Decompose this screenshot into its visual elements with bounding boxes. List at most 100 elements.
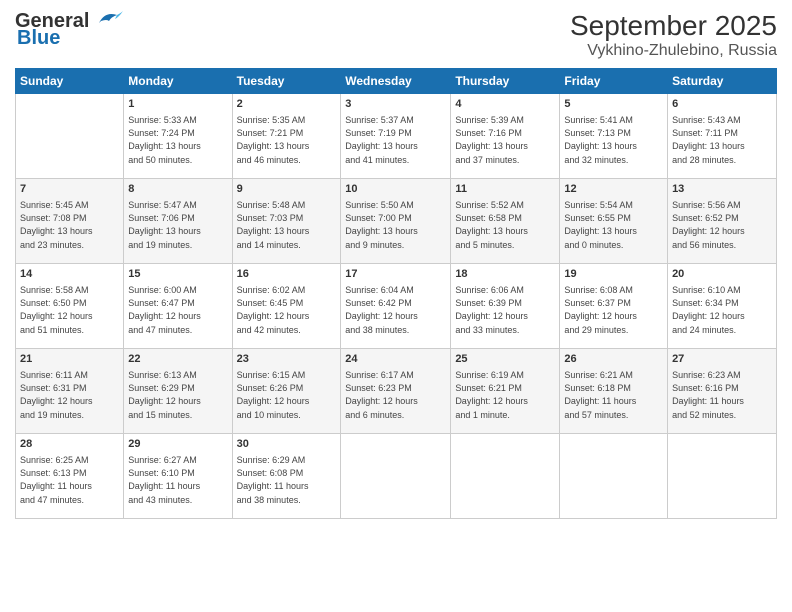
calendar-cell: 3 Sunrise: 5:37 AMSunset: 7:19 PMDaylight… xyxy=(341,94,451,179)
calendar-cell xyxy=(341,434,451,519)
calendar-cell: 7 Sunrise: 5:45 AMSunset: 7:08 PMDaylight… xyxy=(16,179,124,264)
calendar-cell: 5 Sunrise: 5:41 AMSunset: 7:13 PMDaylight… xyxy=(560,94,668,179)
calendar-cell: 9 Sunrise: 5:48 AMSunset: 7:03 PMDaylight… xyxy=(232,179,341,264)
day-info: Sunrise: 6:11 AMSunset: 6:31 PMDaylight:… xyxy=(20,369,119,421)
day-info: Sunrise: 6:29 AMSunset: 6:08 PMDaylight:… xyxy=(237,454,337,506)
day-info: Sunrise: 6:17 AMSunset: 6:23 PMDaylight:… xyxy=(345,369,446,421)
logo: General Blue xyxy=(15,10,123,50)
day-info: Sunrise: 6:02 AMSunset: 6:45 PMDaylight:… xyxy=(237,284,337,336)
col-thursday: Thursday xyxy=(451,69,560,94)
calendar-cell: 21 Sunrise: 6:11 AMSunset: 6:31 PMDayligh… xyxy=(16,349,124,434)
day-info: Sunrise: 6:13 AMSunset: 6:29 PMDaylight:… xyxy=(128,369,227,421)
col-sunday: Sunday xyxy=(16,69,124,94)
col-friday: Friday xyxy=(560,69,668,94)
day-info: Sunrise: 6:04 AMSunset: 6:42 PMDaylight:… xyxy=(345,284,446,336)
day-number: 10 xyxy=(345,182,446,197)
calendar-cell xyxy=(451,434,560,519)
calendar-subtitle: Vykhino-Zhulebino, Russia xyxy=(570,42,777,60)
calendar-cell: 10 Sunrise: 5:50 AMSunset: 7:00 PMDayligh… xyxy=(341,179,451,264)
calendar-cell: 2 Sunrise: 5:35 AMSunset: 7:21 PMDaylight… xyxy=(232,94,341,179)
day-info: Sunrise: 5:45 AMSunset: 7:08 PMDaylight:… xyxy=(20,199,119,251)
day-info: Sunrise: 5:56 AMSunset: 6:52 PMDaylight:… xyxy=(672,199,772,251)
calendar-table: Sunday Monday Tuesday Wednesday Thursday… xyxy=(15,68,777,519)
calendar-cell: 27Sunrise: 6:23 AMSunset: 6:16 PMDayligh… xyxy=(668,349,777,434)
day-info: Sunrise: 5:50 AMSunset: 7:00 PMDaylight:… xyxy=(345,199,446,251)
day-info: Sunrise: 5:37 AMSunset: 7:19 PMDaylight:… xyxy=(345,114,446,166)
calendar-cell xyxy=(668,434,777,519)
calendar-cell: 14Sunrise: 5:58 AMSunset: 6:50 PMDayligh… xyxy=(16,264,124,349)
day-number: 13 xyxy=(672,182,772,197)
day-number: 4 xyxy=(455,97,555,112)
week-row-1: 7 Sunrise: 5:45 AMSunset: 7:08 PMDaylight… xyxy=(16,179,777,264)
day-number: 24 xyxy=(345,352,446,367)
day-number: 7 xyxy=(20,182,119,197)
day-number: 21 xyxy=(20,352,119,367)
day-number: 8 xyxy=(128,182,227,197)
calendar-cell: 18 Sunrise: 6:06 AMSunset: 6:39 PMDayligh… xyxy=(451,264,560,349)
day-info: Sunrise: 5:54 AMSunset: 6:55 PMDaylight:… xyxy=(564,199,663,251)
day-number: 12 xyxy=(564,182,663,197)
day-info: Sunrise: 5:47 AMSunset: 7:06 PMDaylight:… xyxy=(128,199,227,251)
calendar-cell: 23 Sunrise: 6:15 AMSunset: 6:26 PMDayligh… xyxy=(232,349,341,434)
day-number: 29 xyxy=(128,437,227,452)
calendar-cell xyxy=(16,94,124,179)
day-number: 5 xyxy=(564,97,663,112)
day-info: Sunrise: 5:35 AMSunset: 7:21 PMDaylight:… xyxy=(237,114,337,166)
day-info: Sunrise: 5:41 AMSunset: 7:13 PMDaylight:… xyxy=(564,114,663,166)
header-row: Sunday Monday Tuesday Wednesday Thursday… xyxy=(16,69,777,94)
calendar-cell: 12 Sunrise: 5:54 AMSunset: 6:55 PMDayligh… xyxy=(560,179,668,264)
day-number: 30 xyxy=(237,437,337,452)
col-wednesday: Wednesday xyxy=(341,69,451,94)
day-info: Sunrise: 5:48 AMSunset: 7:03 PMDaylight:… xyxy=(237,199,337,251)
day-info: Sunrise: 5:39 AMSunset: 7:16 PMDaylight:… xyxy=(455,114,555,166)
page: General Blue September 2025 Vykhino-Zhul… xyxy=(0,0,792,612)
day-number: 11 xyxy=(455,182,555,197)
day-number: 6 xyxy=(672,97,772,112)
day-number: 2 xyxy=(237,97,337,112)
day-info: Sunrise: 5:52 AMSunset: 6:58 PMDaylight:… xyxy=(455,199,555,251)
day-info: Sunrise: 6:23 AMSunset: 6:16 PMDaylight:… xyxy=(672,369,772,421)
day-number: 28 xyxy=(20,437,119,452)
day-number: 9 xyxy=(237,182,337,197)
calendar-cell: 24 Sunrise: 6:17 AMSunset: 6:23 PMDayligh… xyxy=(341,349,451,434)
day-number: 16 xyxy=(237,267,337,282)
calendar-cell: 25 Sunrise: 6:19 AMSunset: 6:21 PMDayligh… xyxy=(451,349,560,434)
calendar-cell: 22 Sunrise: 6:13 AMSunset: 6:29 PMDayligh… xyxy=(124,349,232,434)
day-number: 15 xyxy=(128,267,227,282)
day-number: 25 xyxy=(455,352,555,367)
calendar-cell: 8 Sunrise: 5:47 AMSunset: 7:06 PMDaylight… xyxy=(124,179,232,264)
calendar-cell: 17Sunrise: 6:04 AMSunset: 6:42 PMDayligh… xyxy=(341,264,451,349)
day-number: 23 xyxy=(237,352,337,367)
logo-blue: Blue xyxy=(17,27,60,50)
day-number: 3 xyxy=(345,97,446,112)
col-tuesday: Tuesday xyxy=(232,69,341,94)
calendar-cell: 30 Sunrise: 6:29 AMSunset: 6:08 PMDayligh… xyxy=(232,434,341,519)
day-number: 18 xyxy=(455,267,555,282)
day-info: Sunrise: 5:58 AMSunset: 6:50 PMDaylight:… xyxy=(20,284,119,336)
header: General Blue September 2025 Vykhino-Zhul… xyxy=(15,10,777,60)
day-number: 22 xyxy=(128,352,227,367)
calendar-cell: 1 Sunrise: 5:33 AMSunset: 7:24 PMDaylight… xyxy=(124,94,232,179)
calendar-cell: 4 Sunrise: 5:39 AMSunset: 7:16 PMDaylight… xyxy=(451,94,560,179)
day-info: Sunrise: 5:33 AMSunset: 7:24 PMDaylight:… xyxy=(128,114,227,166)
day-info: Sunrise: 6:08 AMSunset: 6:37 PMDaylight:… xyxy=(564,284,663,336)
day-info: Sunrise: 6:15 AMSunset: 6:26 PMDaylight:… xyxy=(237,369,337,421)
calendar-cell: 29 Sunrise: 6:27 AMSunset: 6:10 PMDayligh… xyxy=(124,434,232,519)
week-row-2: 14Sunrise: 5:58 AMSunset: 6:50 PMDayligh… xyxy=(16,264,777,349)
logo-bird-icon xyxy=(91,9,123,31)
week-row-4: 28Sunrise: 6:25 AMSunset: 6:13 PMDayligh… xyxy=(16,434,777,519)
day-number: 19 xyxy=(564,267,663,282)
day-info: Sunrise: 6:19 AMSunset: 6:21 PMDaylight:… xyxy=(455,369,555,421)
calendar-cell: 28Sunrise: 6:25 AMSunset: 6:13 PMDayligh… xyxy=(16,434,124,519)
calendar-cell: 13 Sunrise: 5:56 AMSunset: 6:52 PMDayligh… xyxy=(668,179,777,264)
calendar-cell: 6 Sunrise: 5:43 AMSunset: 7:11 PMDaylight… xyxy=(668,94,777,179)
calendar-title: September 2025 xyxy=(570,10,777,42)
day-info: Sunrise: 6:06 AMSunset: 6:39 PMDaylight:… xyxy=(455,284,555,336)
day-info: Sunrise: 6:27 AMSunset: 6:10 PMDaylight:… xyxy=(128,454,227,506)
calendar-cell: 16 Sunrise: 6:02 AMSunset: 6:45 PMDayligh… xyxy=(232,264,341,349)
title-block: September 2025 Vykhino-Zhulebino, Russia xyxy=(570,10,777,60)
day-number: 1 xyxy=(128,97,227,112)
calendar-cell: 11 Sunrise: 5:52 AMSunset: 6:58 PMDayligh… xyxy=(451,179,560,264)
day-info: Sunrise: 5:43 AMSunset: 7:11 PMDaylight:… xyxy=(672,114,772,166)
calendar-cell xyxy=(560,434,668,519)
